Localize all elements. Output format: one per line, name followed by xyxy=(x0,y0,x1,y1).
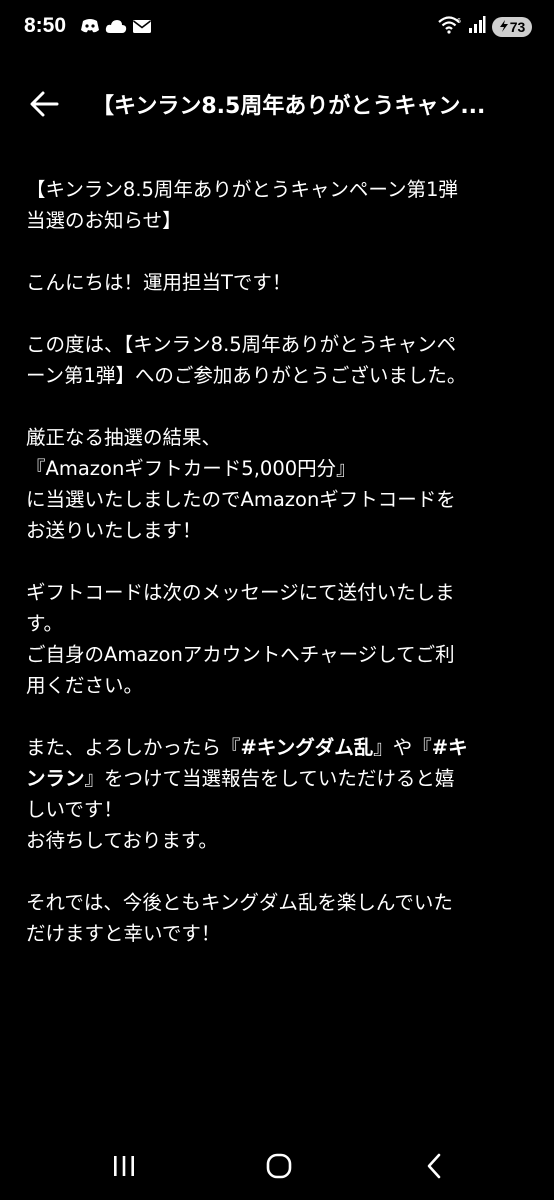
arrow-left-icon xyxy=(30,91,59,117)
message-text: 』や『 xyxy=(373,736,432,759)
message-line: ご自身のAmazonアカウントへチャージしてご利 xyxy=(26,643,455,666)
back-button[interactable] xyxy=(26,86,62,122)
wifi-icon: 6 xyxy=(438,16,462,38)
message-line: こんにちは！運用担当Tです！ xyxy=(26,271,292,294)
message-paragraph-5: ギフトコードは次のメッセージにて送付いたしま す。 ご自身のAmazonアカウン… xyxy=(26,577,526,701)
message-line: ーン第1弾】へのご参加ありがとうございました。 xyxy=(26,364,467,387)
message-line: だけますと幸いです！ xyxy=(26,922,221,945)
message-line: それでは、今後ともキングダム乱を楽しんでいた xyxy=(26,891,453,914)
message-line: ギフトコードは次のメッセージにて送付いたしま xyxy=(26,581,455,604)
system-nav-bar xyxy=(0,1130,554,1200)
svg-text:6: 6 xyxy=(457,18,461,25)
message-text: 』をつけて当選報告をしていただけると嬉 xyxy=(84,767,455,790)
mail-icon xyxy=(132,18,152,34)
message-line: 当選のお知らせ】 xyxy=(26,209,182,232)
app-header: 【キンラン8.5周年ありがとうキャン... xyxy=(0,72,554,136)
discord-icon xyxy=(80,18,100,34)
cloud-icon xyxy=(105,18,127,34)
hashtag-kinran-part2[interactable]: ンラン xyxy=(26,767,85,790)
page-title: 【キンラン8.5周年ありがとうキャン... xyxy=(92,94,486,119)
message-paragraph-6: また、よろしかったら『#キングダム乱』や『#キ ンラン』をつけて当選報告をしてい… xyxy=(26,732,526,856)
home-icon xyxy=(266,1153,292,1179)
hashtag-kinran-part1[interactable]: #キ xyxy=(432,736,468,759)
message-line: 【キンラン8.5周年ありがとうキャンペーン第1弾 xyxy=(26,178,458,201)
message-line: この度は、【キンラン8.5周年ありがとうキャンペ xyxy=(26,333,457,356)
message-line: ンラン』をつけて当選報告をしていただけると嬉 xyxy=(26,763,526,794)
message-line: お待ちしております。 xyxy=(26,829,218,852)
home-button[interactable] xyxy=(259,1148,299,1184)
status-time: 8:50 xyxy=(24,14,67,37)
back-icon xyxy=(427,1153,441,1179)
message-line: しいです！ xyxy=(26,798,123,821)
message-line: また、よろしかったら『#キングダム乱』や『#キ xyxy=(26,732,526,763)
message-paragraph-3: この度は、【キンラン8.5周年ありがとうキャンペ ーン第1弾】へのご参加ありがと… xyxy=(26,329,526,391)
message-line: す。 xyxy=(26,612,64,635)
hashtag-kingdom-ran[interactable]: #キングダム乱 xyxy=(241,736,374,759)
recent-apps-button[interactable] xyxy=(104,1148,144,1184)
nav-back-button[interactable] xyxy=(414,1148,454,1184)
system-icons: 6 73 xyxy=(438,16,532,38)
message-paragraph-1: 【キンラン8.5周年ありがとうキャンペーン第1弾 当選のお知らせ】 xyxy=(26,174,526,236)
message-line: 厳正なる抽選の結果、 xyxy=(26,426,222,449)
recent-apps-icon xyxy=(114,1156,134,1176)
notification-icons xyxy=(80,18,152,34)
message-paragraph-2: こんにちは！運用担当Tです！ xyxy=(26,267,526,298)
charging-icon xyxy=(499,19,509,35)
battery-indicator: 73 xyxy=(492,17,532,37)
message-text: また、よろしかったら『 xyxy=(26,736,241,759)
message-paragraph-4: 厳正なる抽選の結果、 『Amazonギフトカード5,000円分』 に当選いたしま… xyxy=(26,422,526,546)
message-paragraph-7: それでは、今後ともキングダム乱を楽しんでいた だけますと幸いです！ xyxy=(26,887,526,949)
signal-icon xyxy=(468,16,486,38)
status-bar: 8:50 6 73 xyxy=(0,0,554,56)
message-body: 【キンラン8.5周年ありがとうキャンペーン第1弾 当選のお知らせ】 こんにちは！… xyxy=(26,174,526,980)
message-line: 用ください。 xyxy=(26,674,144,697)
message-line: に当選いたしましたのでAmazonギフトコードを xyxy=(26,488,456,511)
message-line: お送りいたします！ xyxy=(26,519,202,542)
message-line: 『Amazonギフトカード5,000円分』 xyxy=(26,457,356,480)
battery-level: 73 xyxy=(509,19,526,35)
